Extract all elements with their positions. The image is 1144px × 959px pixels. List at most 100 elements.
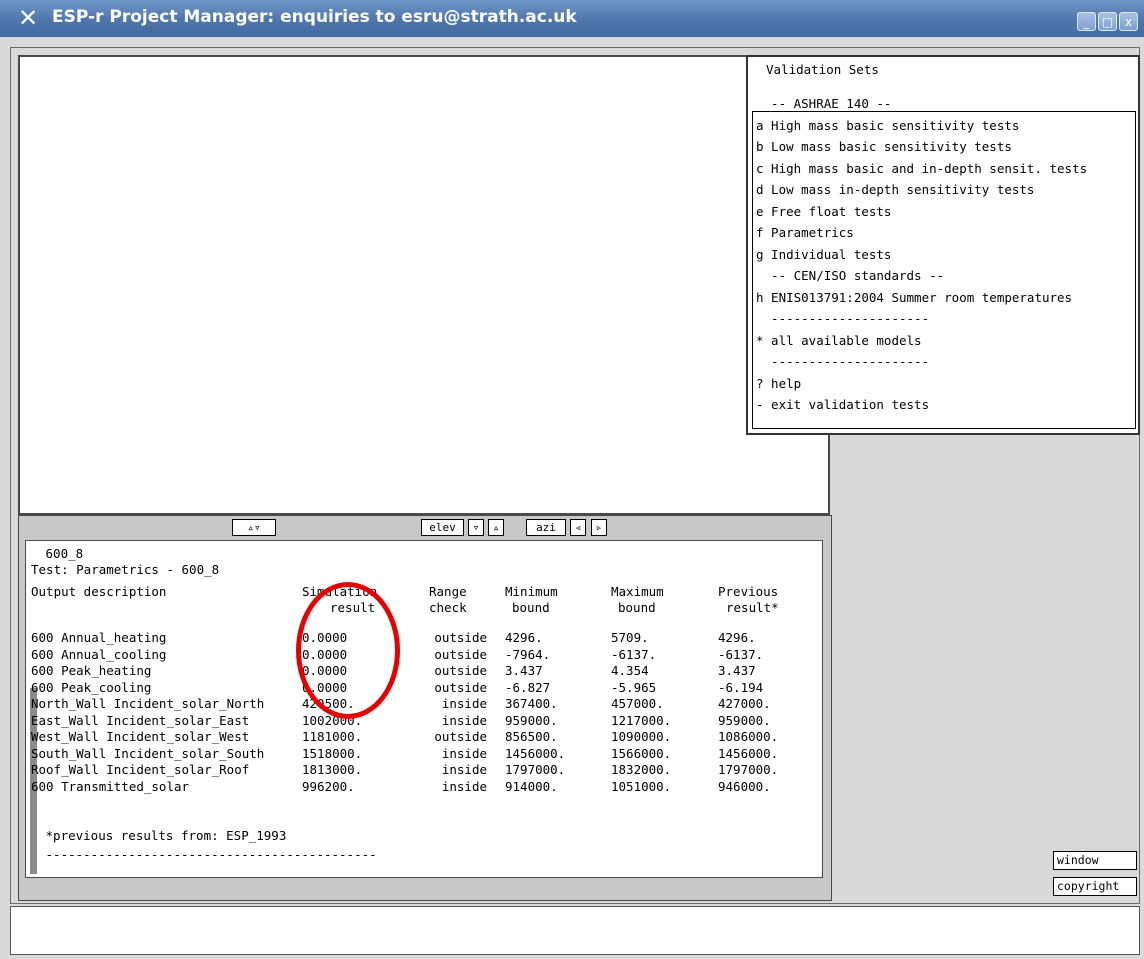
table-cell: 1813000. xyxy=(302,762,363,777)
menu-item[interactable]: * all available models xyxy=(756,333,922,348)
menu-item[interactable]: b Low mass basic sensitivity tests xyxy=(756,139,1012,154)
window-button[interactable]: window xyxy=(1053,851,1137,870)
table-cell: 1832000. xyxy=(611,762,672,777)
azi-right-icon[interactable]: ▹ xyxy=(591,519,607,536)
menu-section-label: -- CEN/ISO standards -- xyxy=(756,268,945,283)
table-cell: outside xyxy=(434,679,487,695)
row-label: 600 Annual_cooling xyxy=(31,646,167,662)
table-cell: 1086000. xyxy=(718,729,779,744)
table-cell: inside xyxy=(441,696,487,711)
table-cell: 1217000. xyxy=(611,712,672,728)
table-cell: -6.194 xyxy=(718,679,764,695)
row-label: 600 Annual_heating xyxy=(31,630,167,645)
row-label: East_Wall Incident_solar_East xyxy=(31,712,250,728)
table-cell: -5.965 xyxy=(611,679,657,695)
minimize-icon: _ xyxy=(1083,15,1090,29)
menu-item[interactable]: g Individual tests xyxy=(756,247,891,262)
maximize-button[interactable]: □ xyxy=(1098,12,1117,31)
table-cell: 946000. xyxy=(718,778,771,794)
table-cell: 3.437 xyxy=(718,663,756,678)
menu-item[interactable]: h ENIS013791:2004 Summer room temperatur… xyxy=(756,290,1072,305)
x-logo-icon: ✕ xyxy=(17,4,39,32)
column-header: Output description xyxy=(31,584,167,599)
menu-item[interactable]: a High mass basic sensitivity tests xyxy=(756,118,1019,133)
table-cell: 367400. xyxy=(505,696,558,711)
table-cell: 1181000. xyxy=(302,729,363,744)
row-label: Roof_Wall Incident_solar_Roof xyxy=(31,762,250,777)
table-cell: 4296. xyxy=(718,630,756,645)
row-label: West_Wall Incident_solar_West xyxy=(31,729,250,744)
table-cell: 1797000. xyxy=(718,762,779,777)
panel-resize-button[interactable]: ▵▿ xyxy=(232,519,276,536)
column-header: bound xyxy=(512,600,550,615)
menu-item[interactable]: e Free float tests xyxy=(756,204,891,219)
menu-title: Validation Sets xyxy=(766,62,879,77)
azi-button[interactable]: azi xyxy=(526,519,566,536)
table-cell: outside xyxy=(434,729,487,744)
close-button[interactable]: x xyxy=(1119,12,1138,31)
column-header: Range xyxy=(429,584,467,599)
menu-section-label: --------------------- xyxy=(756,354,930,369)
elev-button[interactable]: elev xyxy=(421,519,464,536)
table-cell: 5709. xyxy=(611,630,649,645)
menu-item[interactable]: - exit validation tests xyxy=(756,397,929,412)
results-separator: ----------------------------------------… xyxy=(38,847,377,862)
highlight-circle xyxy=(296,582,400,719)
elev-up-icon[interactable]: ▵ xyxy=(488,519,504,536)
table-cell: -6.827 xyxy=(505,679,551,695)
menu-item[interactable]: ? help xyxy=(756,376,801,391)
menu-section-label: --------------------- xyxy=(756,311,930,326)
table-cell: inside xyxy=(441,745,487,761)
column-header: Previous xyxy=(718,584,779,599)
column-header: result* xyxy=(726,600,779,615)
close-icon: x xyxy=(1124,15,1133,29)
table-cell: -6137. xyxy=(718,646,764,662)
title-bar: ✕ ESP-r Project Manager: enquiries to es… xyxy=(0,0,1144,37)
row-label: North_Wall Incident_solar_North xyxy=(31,696,265,711)
table-cell: 4.354 xyxy=(611,663,649,678)
graphics-viewport[interactable] xyxy=(18,55,830,515)
table-cell: 1518000. xyxy=(302,745,363,761)
table-cell: 1456000. xyxy=(505,745,566,761)
menu-item[interactable]: d Low mass in-depth sensitivity tests xyxy=(756,182,1034,197)
azi-left-icon[interactable]: ◃ xyxy=(570,519,586,536)
menu-section-label: -- ASHRAE 140 -- xyxy=(756,96,892,111)
column-header: Maximum xyxy=(611,584,664,599)
table-cell: -6137. xyxy=(611,646,657,662)
menu-item[interactable]: f Parametrics xyxy=(756,225,854,240)
command-input-area[interactable] xyxy=(10,906,1140,955)
table-cell: 856500. xyxy=(505,729,558,744)
table-cell: 1797000. xyxy=(505,762,566,777)
results-footnote: *previous results from: ESP_1993 xyxy=(38,828,287,843)
table-cell: 1566000. xyxy=(611,745,672,761)
table-cell: inside xyxy=(441,778,487,794)
row-label: South_Wall Incident_solar_South xyxy=(31,745,265,761)
copyright-button[interactable]: copyright xyxy=(1053,877,1137,896)
table-cell: 996200. xyxy=(302,778,355,794)
table-cell: inside xyxy=(441,762,487,777)
table-cell: inside xyxy=(441,712,487,728)
results-test-line: Test: Parametrics - 600_8 xyxy=(31,562,220,577)
elev-down-icon[interactable]: ▿ xyxy=(468,519,484,536)
results-header: 600_8 xyxy=(38,546,84,561)
table-cell: 4296. xyxy=(505,630,543,645)
column-header: check xyxy=(429,600,467,615)
row-label: 600 Peak_heating xyxy=(31,663,152,678)
table-cell: 1456000. xyxy=(718,745,779,761)
table-cell: 427000. xyxy=(718,696,771,711)
window-title: ESP-r Project Manager: enquiries to esru… xyxy=(52,7,577,27)
table-cell: 959000. xyxy=(505,712,558,728)
column-header: bound xyxy=(618,600,656,615)
table-cell: 457000. xyxy=(611,696,664,711)
maximize-icon: □ xyxy=(1101,15,1114,29)
table-cell: outside xyxy=(434,663,487,678)
table-cell: 959000. xyxy=(718,712,771,728)
menu-item[interactable]: c High mass basic and in-depth sensit. t… xyxy=(756,161,1087,176)
table-cell: outside xyxy=(434,630,487,645)
table-cell: 1090000. xyxy=(611,729,672,744)
column-header: Minimum xyxy=(505,584,558,599)
table-cell: 1051000. xyxy=(611,778,672,794)
table-cell: 3.437 xyxy=(505,663,543,678)
row-label: 600 Transmitted_solar xyxy=(31,778,190,794)
minimize-button[interactable]: _ xyxy=(1077,12,1096,31)
